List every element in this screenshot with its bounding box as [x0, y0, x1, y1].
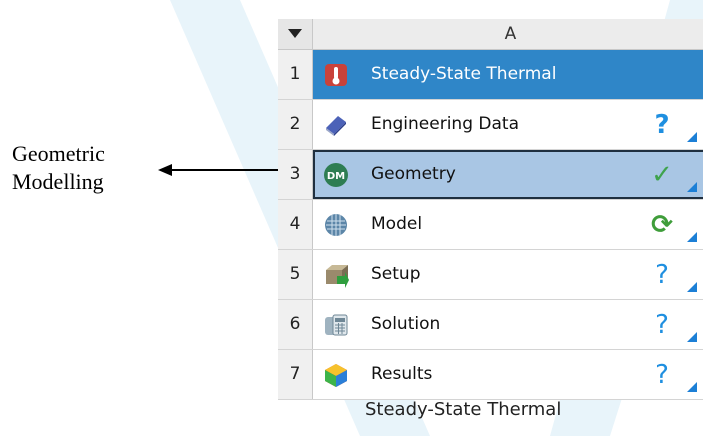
- analysis-system-block[interactable]: A 1 Steady-State Thermal 2 Engineering D…: [268, 9, 703, 429]
- row-number: 1: [278, 50, 313, 99]
- row-number: 3: [278, 150, 313, 199]
- contour-results-icon: [325, 364, 347, 387]
- setup-row[interactable]: 5 Setup ?: [278, 250, 703, 300]
- corner-triangle-icon: [687, 232, 697, 242]
- row-number: 7: [278, 350, 313, 399]
- header-row: A: [268, 9, 703, 50]
- cell-label: Engineering Data: [371, 114, 519, 134]
- setup-icon: [326, 265, 349, 288]
- cell-results[interactable]: Results ?: [313, 350, 703, 399]
- solution-row[interactable]: 6 Solution ?: [278, 300, 703, 350]
- system-title-row[interactable]: 1 Steady-State Thermal: [278, 50, 703, 100]
- system-menu-button[interactable]: [278, 19, 313, 50]
- question-outline-status-icon: ?: [655, 260, 669, 290]
- question-outline-status-icon: ?: [655, 310, 669, 340]
- cell-setup[interactable]: Setup ?: [313, 250, 703, 299]
- row-number: 5: [278, 250, 313, 299]
- refresh-status-icon: ⟳: [651, 210, 673, 240]
- cell-label: Solution: [371, 314, 441, 334]
- svg-text:DM: DM: [327, 171, 345, 182]
- row-number: 6: [278, 300, 313, 349]
- designmodeler-icon: DM: [324, 163, 348, 187]
- question-status-icon: ?: [654, 110, 670, 140]
- mesh-cube-icon: [325, 214, 347, 236]
- annotation-line-1: Geometric: [12, 141, 105, 166]
- engineering-data-row[interactable]: 2 Engineering Data ?: [278, 100, 703, 150]
- cell-solution[interactable]: Solution ?: [313, 300, 703, 349]
- question-outline-status-icon: ?: [655, 360, 669, 390]
- row-number: 2: [278, 100, 313, 149]
- cell-engineering-data[interactable]: Engineering Data ?: [313, 100, 703, 149]
- check-status-icon: ✓: [651, 160, 673, 190]
- cell-label: Steady-State Thermal: [371, 64, 557, 84]
- cell-geometry[interactable]: DM Geometry ✓: [313, 150, 703, 199]
- cell-label: Setup: [371, 264, 421, 284]
- system-caption[interactable]: Steady-State Thermal: [365, 399, 561, 420]
- corner-triangle-icon: [687, 132, 697, 142]
- book-icon: [326, 116, 346, 136]
- cell-label: Geometry: [371, 164, 456, 184]
- cell-steady-state-thermal[interactable]: Steady-State Thermal: [313, 50, 703, 99]
- cell-model[interactable]: Model ⟳: [313, 200, 703, 249]
- cell-label: Model: [371, 214, 423, 234]
- corner-triangle-icon: [687, 182, 697, 192]
- annotation-line-2: Modelling: [12, 169, 104, 194]
- geometric-modelling-annotation: Geometric Modelling: [12, 140, 105, 196]
- geometry-row[interactable]: 3 DM Geometry ✓: [278, 150, 703, 200]
- corner-triangle-icon: [687, 382, 697, 392]
- model-row[interactable]: 4 Model ⟳: [278, 200, 703, 250]
- thermometer-icon: [325, 64, 347, 86]
- corner-triangle-icon: [687, 282, 697, 292]
- column-header: A: [313, 19, 703, 50]
- results-row[interactable]: 7 Results ?: [278, 350, 703, 400]
- row-number: 4: [278, 200, 313, 249]
- corner-triangle-icon: [687, 332, 697, 342]
- calculator-icon: [325, 314, 348, 336]
- cell-label: Results: [371, 364, 433, 384]
- chevron-down-icon: [288, 29, 302, 38]
